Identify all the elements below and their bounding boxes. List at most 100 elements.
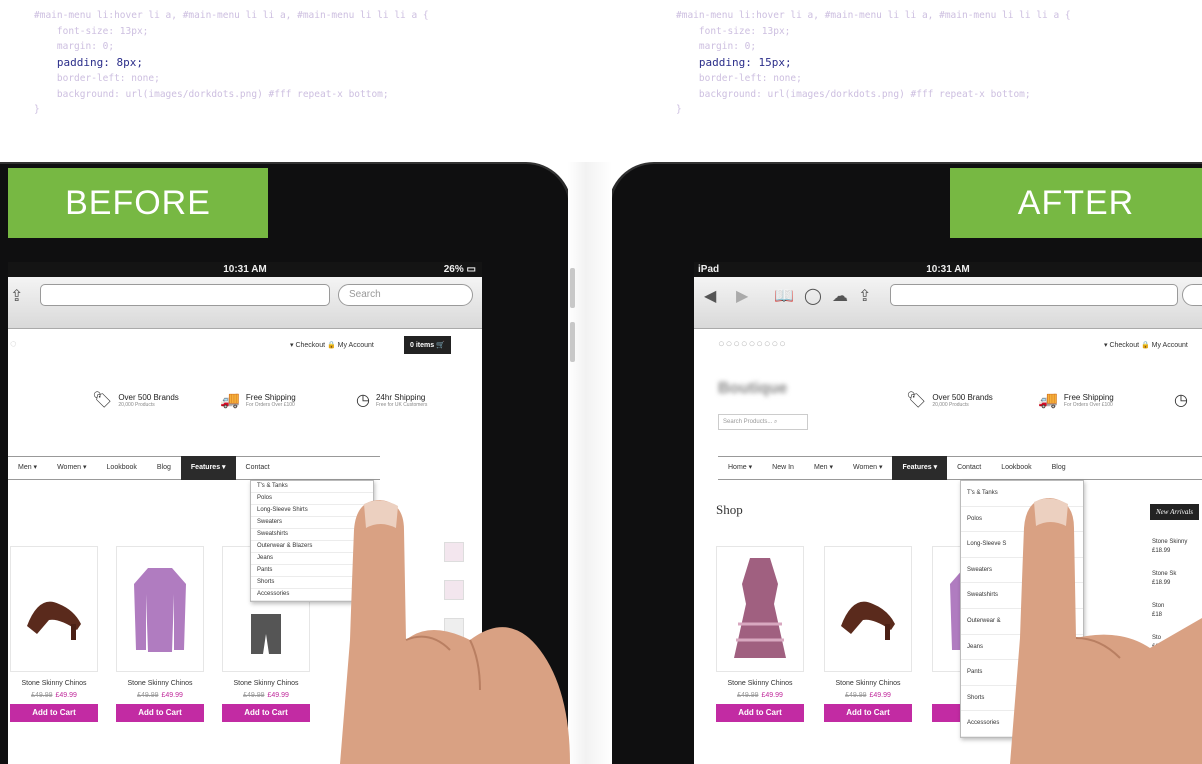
- nav-item-new-in[interactable]: New In: [762, 456, 804, 480]
- feature-title: Over 500 Brands: [932, 392, 993, 402]
- old-price: £49.99: [737, 692, 759, 699]
- url-field[interactable]: [890, 284, 1178, 306]
- code-line: background: url(images/dorkdots.png) #ff…: [698, 88, 1031, 100]
- product-name[interactable]: Stone Skinny Chinos: [824, 680, 912, 687]
- social-icons[interactable]: ○○○○○○○○○: [718, 338, 787, 350]
- new-price: £49.99: [869, 692, 891, 699]
- nav-item-men[interactable]: Men ▾: [8, 456, 47, 480]
- after-banner: AFTER: [950, 168, 1202, 238]
- nav-item-women[interactable]: Women ▾: [47, 456, 96, 480]
- browser-search-field[interactable]: Search: [338, 284, 473, 306]
- status-time: 10:31 AM: [926, 264, 970, 275]
- search-placeholder: Search Products...: [723, 419, 773, 425]
- feature-title: Free Shipping: [245, 392, 296, 402]
- tag-icon: 🏷: [92, 392, 113, 409]
- sandal-image: [27, 601, 81, 640]
- code-line-highlight: padding: 8px;: [56, 55, 143, 69]
- product-image[interactable]: [116, 546, 204, 672]
- code-line: margin: 0;: [698, 41, 757, 52]
- product-name[interactable]: Stone Skinny Chinos: [116, 680, 204, 687]
- dress-image: [734, 558, 786, 658]
- product-card[interactable]: Stone Skinny Chinos £49.99 £49.99 Add to …: [116, 546, 204, 722]
- old-price: £49.99: [845, 692, 867, 699]
- main-nav: Home ▾ New In Men ▾ Women ▾ Features ▾ C…: [718, 456, 1202, 480]
- volume-button: [570, 268, 575, 308]
- product-price: £49.99 £49.99: [10, 692, 98, 699]
- browser-search-field[interactable]: [1182, 284, 1202, 306]
- cloud-icon[interactable]: ☁: [832, 286, 848, 306]
- battery-label: 26%: [443, 264, 464, 275]
- nav-item-lookbook[interactable]: Lookbook: [97, 456, 147, 480]
- code-close: }: [34, 104, 40, 115]
- nav-item-blog[interactable]: Blog: [1042, 456, 1076, 480]
- account-links[interactable]: ▾ Checkout 🔒 My Account: [290, 341, 374, 349]
- share-icon[interactable]: ⇪: [10, 286, 23, 306]
- page-title: Shop: [716, 502, 743, 517]
- truck-icon: 🚚: [220, 392, 240, 409]
- nav-item-blog[interactable]: Blog: [147, 456, 181, 480]
- product-price: £49.99 £49.99: [824, 692, 912, 699]
- product-card[interactable]: Stone Skinny Chinos £49.99 £49.99 Add to …: [716, 546, 804, 722]
- feature-title: Free Shipping: [1063, 392, 1114, 402]
- new-price: £49.99: [761, 692, 783, 699]
- product-image[interactable]: [824, 546, 912, 672]
- feature-sub: 20,000 Products: [932, 401, 969, 408]
- sandal-image: [841, 601, 895, 640]
- site-logo[interactable]: Boutique: [718, 380, 787, 398]
- code-line: margin: 0;: [56, 41, 115, 52]
- cart-icon: 🛒: [436, 342, 445, 349]
- code-line: background: url(images/dorkdots.png) #ff…: [56, 88, 389, 100]
- code-close: }: [676, 104, 682, 115]
- search-products-field[interactable]: Search Products... ⌕: [718, 414, 808, 430]
- reading-list-icon[interactable]: ◯: [804, 286, 822, 306]
- product-image[interactable]: [716, 546, 804, 672]
- css-code-after: #main-menu li:hover li a, #main-menu li …: [676, 8, 1071, 118]
- add-to-cart-button[interactable]: Add to Cart: [824, 704, 912, 722]
- code-line-highlight: padding: 15px;: [698, 55, 792, 69]
- product-card[interactable]: Stone Skinny Chinos £49.99 £49.99 Add to …: [824, 546, 912, 722]
- feature-title: Over 500 Brands: [118, 392, 179, 402]
- product-name[interactable]: Stone Skinny Chinos: [716, 680, 804, 687]
- code-line: font-size: 13px;: [698, 25, 791, 37]
- before-after-comparison: #main-menu li:hover li a, #main-menu li …: [0, 0, 1202, 764]
- code-line: font-size: 13px;: [56, 25, 149, 37]
- status-bar: iPad 10:31 AM: [694, 262, 1202, 277]
- product-name[interactable]: Stone Skinny Chinos: [10, 680, 98, 687]
- browser-toolbar: ⇪ Search: [8, 277, 482, 329]
- share-icon[interactable]: ⇪: [858, 286, 871, 306]
- forward-icon[interactable]: ▶: [736, 286, 748, 306]
- old-price: £49.99: [243, 692, 265, 699]
- account-links[interactable]: ▾ Checkout 🔒 My Account: [1104, 341, 1188, 349]
- nav-item-contact[interactable]: Contact: [236, 456, 280, 480]
- old-price: £49.99: [31, 692, 53, 699]
- bookmarks-icon[interactable]: 📖: [774, 286, 794, 306]
- nav-item-women[interactable]: Women ▾: [843, 456, 892, 480]
- clock-icon: ◷: [356, 392, 370, 409]
- add-to-cart-button[interactable]: Add to Cart: [116, 704, 204, 722]
- nav-item-lookbook[interactable]: Lookbook: [991, 456, 1041, 480]
- feature-sub: Free for UK Customers: [375, 401, 428, 408]
- product-price: £49.99 £49.99: [116, 692, 204, 699]
- product-price: £49.99 £49.99: [716, 692, 804, 699]
- nav-item-features[interactable]: Features ▾: [892, 456, 948, 480]
- product-image[interactable]: [10, 546, 98, 672]
- nav-item-men[interactable]: Men ▾: [804, 456, 843, 480]
- new-price: £49.99: [55, 692, 77, 699]
- add-to-cart-button[interactable]: Add to Cart: [10, 704, 98, 722]
- social-icon[interactable]: ◌: [10, 338, 18, 350]
- battery-indicator: 26% ▭: [444, 264, 476, 275]
- feature-brands: 🏷 Over 500 Brands 20,000 Products: [906, 390, 993, 410]
- feature-sub: 20,000 Products: [118, 401, 155, 408]
- back-icon[interactable]: ◀: [704, 286, 716, 306]
- clock-icon: ◷: [1174, 392, 1188, 409]
- basket-button[interactable]: 0 items 🛒: [404, 336, 451, 354]
- feature-title: 24hr Shipping: [375, 392, 426, 402]
- battery-icon: ▭: [466, 264, 476, 275]
- product-card[interactable]: Stone Skinny Chinos £49.99 £49.99 Add to …: [10, 546, 98, 722]
- nav-item-home[interactable]: Home ▾: [718, 456, 762, 480]
- add-to-cart-button[interactable]: Add to Cart: [716, 704, 804, 722]
- url-field[interactable]: [40, 284, 330, 306]
- nav-item-features[interactable]: Features ▾: [180, 456, 236, 480]
- code-line: border-left: none;: [698, 73, 802, 84]
- nav-item-contact[interactable]: Contact: [947, 456, 991, 480]
